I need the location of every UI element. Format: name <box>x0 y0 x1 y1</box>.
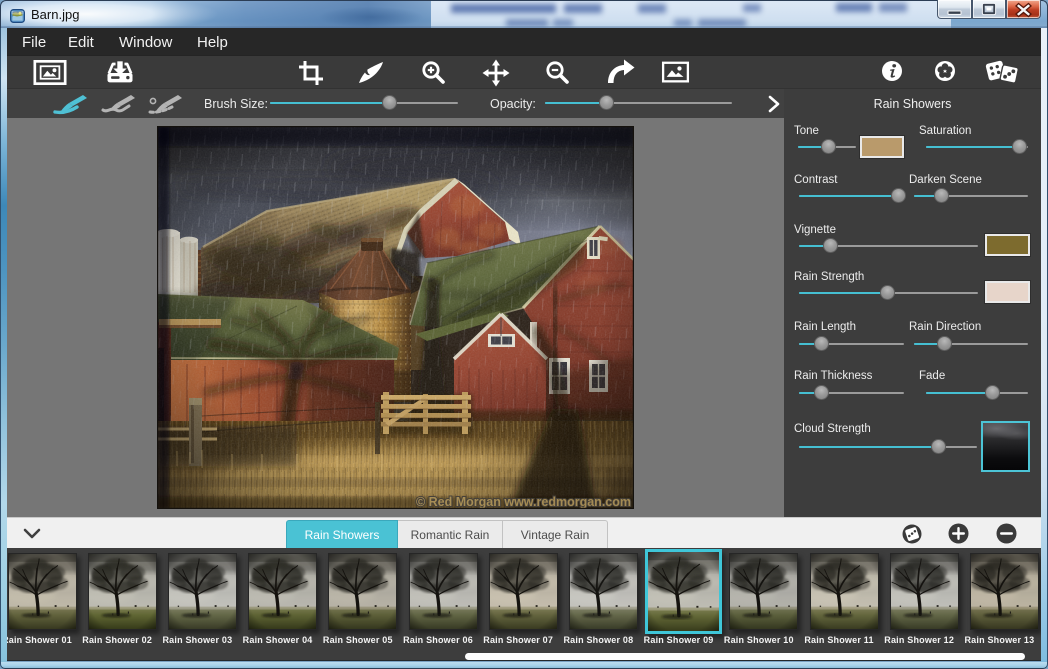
svg-text:© Red Morgan www.redmorgan.co: © Red Morgan www.redmorgan.com <box>416 495 631 509</box>
